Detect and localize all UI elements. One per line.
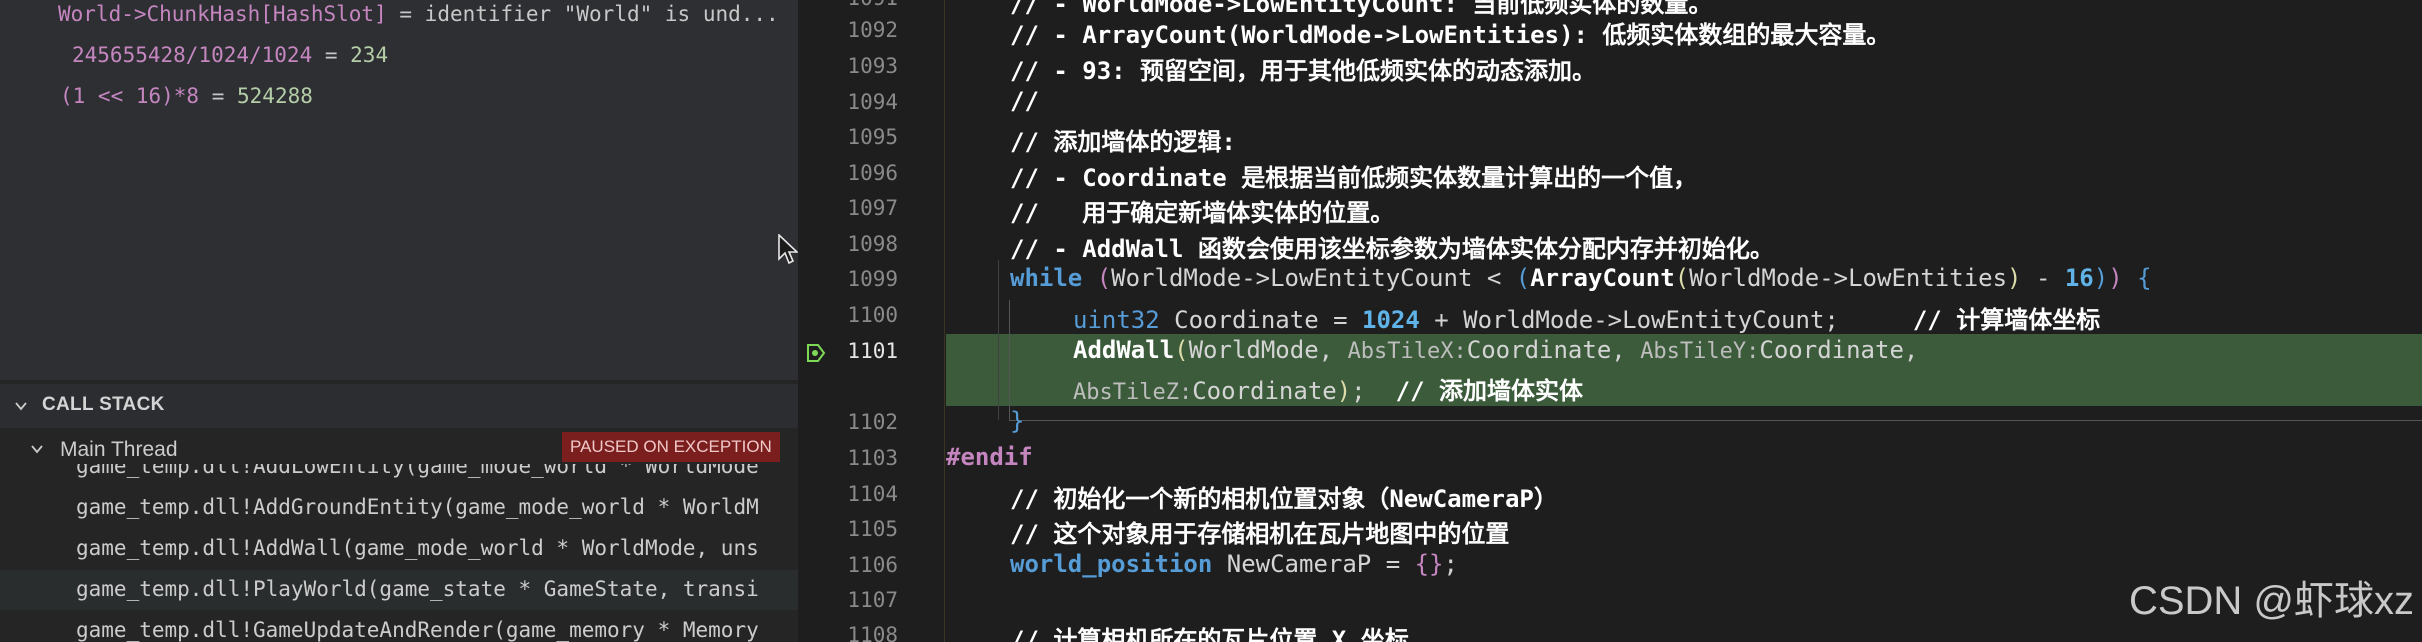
line-number: 1096 [847,161,898,185]
code-line-while: while (WorldMode->LowEntityCount < (Arra… [1010,264,2152,292]
watch-expression[interactable]: World->ChunkHash[HashSlot] = identifier … [58,2,779,26]
code-line-addwall: AddWall(WorldMode, AbsTileX:Coordinate, … [1073,336,1919,364]
line-number: 1092 [847,18,898,42]
line-number: 1091 [800,0,898,10]
stack-frame[interactable]: game_temp.dll!AddLowEntity(game_mode_wor… [0,464,798,486]
code-line: // 初始化一个新的相机位置对象（NewCameraP） [1010,485,1558,513]
code-line: } [1010,407,1025,435]
line-number: 1099 [847,267,898,291]
code-line: // 这个对象用于存储相机在瓦片地图中的位置 [1010,520,1510,548]
chevron-down-icon [31,445,43,454]
stack-frame[interactable]: game_temp.dll!AddWall(game_mode_world * … [0,529,798,569]
line-number: 1106 [847,553,898,577]
code-editor[interactable]: 1091 1092 1093 1094 1095 1096 1097 1098 … [798,0,2422,642]
call-stack-header[interactable]: CALL STACK [0,384,798,428]
line-number: 1100 [847,303,898,327]
call-stack-title: CALL STACK [42,394,165,415]
code-line: // - 93: 预留空间，用于其他低频实体的动态添加。 [1010,57,1597,85]
code-line: // 用于确定新墙体实体的位置。 [1010,199,1395,227]
line-number: 1108 [847,623,898,642]
code-line-addwall-wrap: AbsTileZ:Coordinate);// 添加墙体实体 [1073,377,1583,405]
watch-expression[interactable]: (1 << 16)*8 = 524288 [60,84,313,108]
line-number: 1094 [847,90,898,114]
code-line: #endif [946,443,1033,471]
line-number: 1098 [847,232,898,256]
code-line: world_position NewCameraP = {}; [1010,550,1458,578]
gutter-separator [944,0,945,642]
line-number: 1107 [847,588,898,612]
line-number: 1105 [847,517,898,541]
indent-guide [998,260,999,420]
code-line: // - AddWall 函数会使用该坐标参数为墙体实体分配内存并初始化。 [1010,235,1774,263]
stack-frame[interactable]: game_temp.dll!GameUpdateAndRender(game_m… [0,611,798,642]
code-line: // [1010,87,1039,115]
line-number: 1102 [847,410,898,434]
stack-frame[interactable]: game_temp.dll!AddGroundEntity(game_mode_… [0,488,798,528]
watermark: CSDN @虾球xz [2128,579,2414,623]
line-number: 1093 [847,54,898,78]
line-number: 1103 [847,446,898,470]
code-line: // 添加墙体的逻辑: [1010,128,1236,156]
call-stack-section: CALL STACK Main Thread PAUSED ON EXCEPTI… [0,384,798,642]
watch-pane: World->ChunkHash[HashSlot] = identifier … [0,0,798,380]
code-line: // - ArrayCount(WorldMode->LowEntities):… [1010,21,1891,49]
line-number: 1097 [847,196,898,220]
line-number: 1104 [847,482,898,506]
current-line-number: 1101 [847,339,898,363]
code-line: // - Coordinate 是根据当前低频实体数量计算出的一个值， [1010,164,1698,192]
stack-frame-selected[interactable]: game_temp.dll!PlayWorld(game_state * Gam… [0,570,798,610]
code-line: // 计算相机所在的瓦片位置 X 坐标 [1010,626,1409,642]
mouse-cursor-icon [778,234,798,265]
code-line-coordinate: uint32 Coordinate = 1024 + WorldMode->Lo… [1073,306,2101,334]
line-number: 1095 [847,125,898,149]
debug-side-panel: World->ChunkHash[HashSlot] = identifier … [0,0,798,642]
watch-expression[interactable]: 245655428/1024/1024 = 234 [72,43,388,67]
thread-name: Main Thread [60,438,178,461]
chevron-down-icon [15,402,27,411]
paused-status-badge: PAUSED ON EXCEPTION [562,432,780,462]
